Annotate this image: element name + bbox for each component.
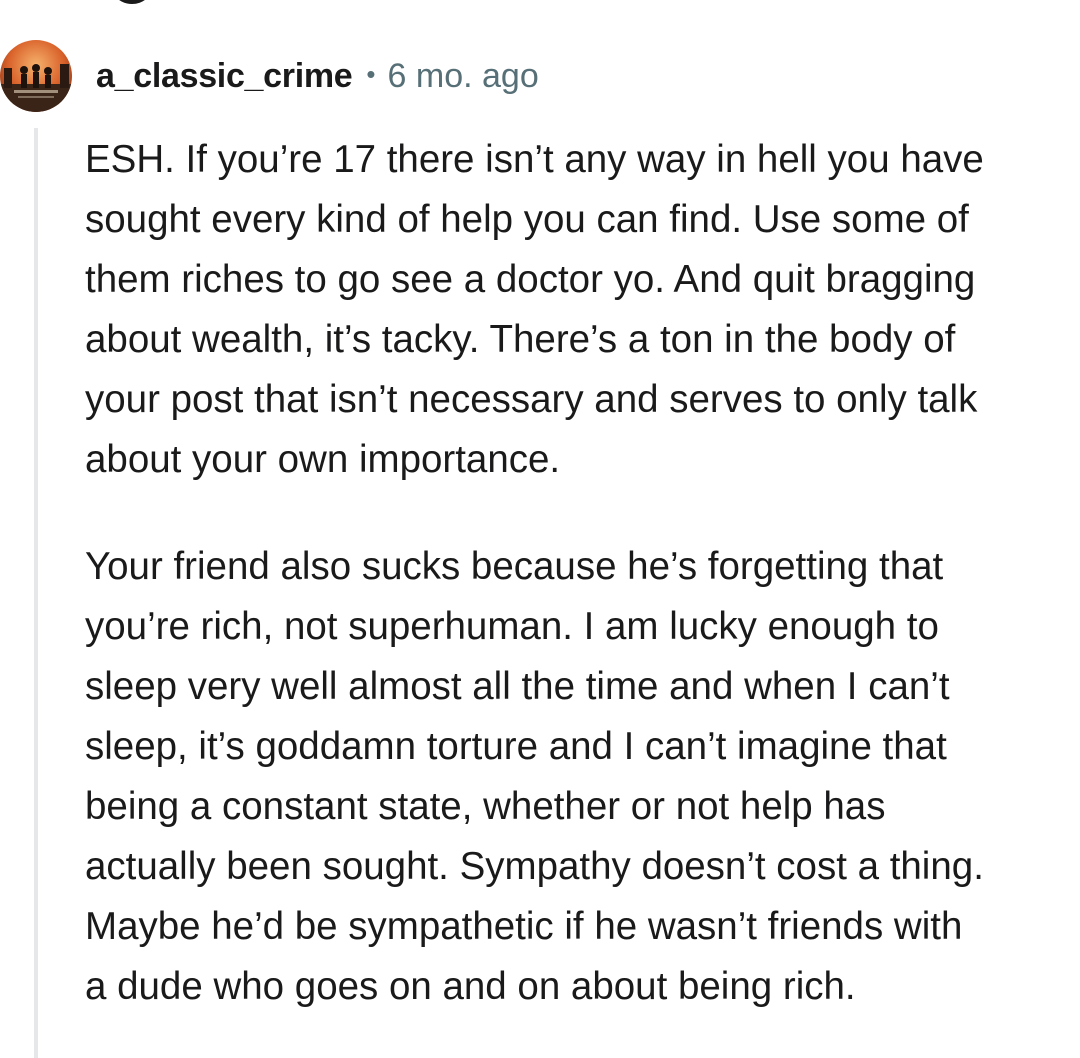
comment-text-line: them riches to go see a doctor yo. And q… <box>85 258 976 301</box>
comment-text-line: Maybe he’d be sympathetic if he wasn’t f… <box>85 905 963 948</box>
comment-paragraph-1: ESH. If you’re 17 there isn’t any way in… <box>85 130 1075 490</box>
comment: a_classic_crime • 6 mo. ago ESH. If you’… <box>0 0 1080 1058</box>
meta-separator: • <box>366 58 376 89</box>
username-link[interactable]: a_classic_crime <box>96 57 353 96</box>
comment-text-line: a dude who goes on and on about being ri… <box>85 965 856 1008</box>
comment-text-line: about your own importance. <box>85 438 561 481</box>
comment-text-line: about wealth, it’s tacky. There’s a ton … <box>85 318 956 361</box>
thread-collapse-line[interactable] <box>34 128 38 1058</box>
comment-text-line: ESH. If you’re 17 there isn’t any way in… <box>85 138 984 181</box>
comment-body: ESH. If you’re 17 there isn’t any way in… <box>85 130 1075 1017</box>
comment-text-line: actually been sought. Sympathy doesn’t c… <box>85 845 984 888</box>
comment-text-line: you’re rich, not superhuman. I am lucky … <box>85 605 939 648</box>
user-avatar-icon[interactable] <box>0 40 72 112</box>
comment-text-line: being a constant state, whether or not h… <box>85 785 886 828</box>
comment-text-line: your post that isn’t necessary and serve… <box>85 378 978 421</box>
comment-meta: a_classic_crime • 6 mo. ago <box>96 54 539 98</box>
comment-text-line: sought every kind of help you can find. … <box>85 198 969 241</box>
comment-paragraph-2: Your friend also sucks because he’s forg… <box>85 537 1075 1017</box>
comment-text-line: Your friend also sucks because he’s forg… <box>85 545 944 588</box>
comment-text-line: sleep very well almost all the time and … <box>85 665 950 708</box>
comment-text-line: sleep, it’s goddamn torture and I can’t … <box>85 725 947 768</box>
comment-timestamp[interactable]: 6 mo. ago <box>388 57 539 96</box>
